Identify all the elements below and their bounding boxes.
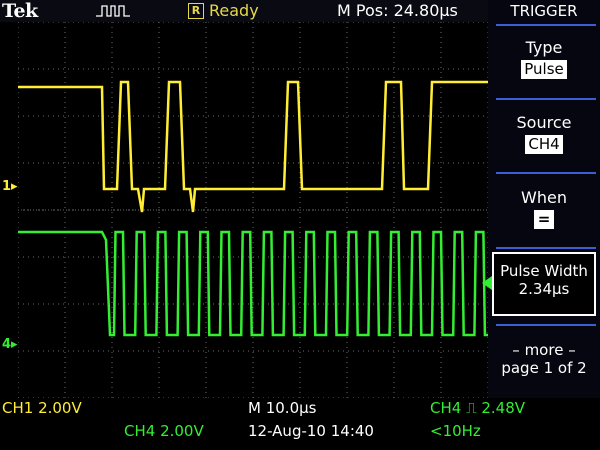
menu-divider bbox=[496, 172, 596, 174]
ch1-ground-marker[interactable]: 1▸ bbox=[2, 179, 18, 194]
menu-item-label: Source bbox=[516, 113, 572, 132]
date-time-readout: 12-Aug-10 14:40 bbox=[248, 422, 374, 440]
ch4-ground-marker[interactable]: 4▸ bbox=[2, 337, 18, 352]
menu-item-value: Pulse bbox=[521, 60, 567, 79]
trigger-frequency-readout: <10Hz bbox=[430, 422, 481, 440]
menu-divider bbox=[496, 247, 596, 249]
menu-item-more[interactable]: – more – page 1 of 2 bbox=[488, 341, 600, 377]
acquisition-status: Ready bbox=[209, 1, 259, 20]
menu-title: TRIGGER bbox=[510, 2, 578, 20]
menu-item-value: CH4 bbox=[525, 135, 563, 154]
page-indicator: page 1 of 2 bbox=[501, 359, 587, 377]
pulse-width-value: 2.34µs bbox=[518, 280, 570, 298]
pulse-width-control[interactable]: Pulse Width 2.34µs bbox=[482, 252, 596, 316]
pulse-width-label: Pulse Width bbox=[500, 262, 588, 280]
trigger-menu: TRIGGER Type Pulse Source CH4 When = Pul… bbox=[482, 0, 600, 398]
tek-logo: Tek bbox=[2, 0, 38, 22]
menu-divider bbox=[496, 98, 596, 100]
run-state-icon: R bbox=[188, 3, 204, 19]
waveform-display[interactable] bbox=[18, 22, 488, 398]
trigger-level-readout[interactable]: CH4 ⎍ 2.48V bbox=[430, 399, 525, 417]
status-bar: Tek R Ready M Pos: 24.80µs bbox=[0, 0, 488, 22]
menu-item-type[interactable]: Type Pulse bbox=[488, 38, 600, 79]
ch1-scale-readout[interactable]: CH1 2.00V bbox=[2, 399, 82, 417]
menu-item-label: Type bbox=[525, 38, 563, 57]
ch4-scale-readout[interactable]: CH4 2.00V bbox=[124, 422, 204, 440]
more-label: – more – bbox=[512, 341, 576, 359]
menu-item-source[interactable]: Source CH4 bbox=[488, 113, 600, 154]
menu-item-value: = bbox=[533, 210, 555, 229]
readout-bar: CH1 2.00V CH4 2.00V M 10.0µs 12-Aug-10 1… bbox=[0, 398, 600, 450]
menu-item-label: When bbox=[521, 188, 567, 207]
acquisition-icon bbox=[96, 5, 130, 17]
menu-divider bbox=[496, 324, 596, 326]
menu-divider bbox=[496, 24, 596, 26]
menu-item-when[interactable]: When = bbox=[488, 188, 600, 229]
adjust-knob-icon bbox=[482, 276, 492, 290]
timebase-readout[interactable]: M 10.0µs bbox=[248, 399, 316, 417]
horizontal-position-readout: M Pos: 24.80µs bbox=[337, 1, 458, 20]
